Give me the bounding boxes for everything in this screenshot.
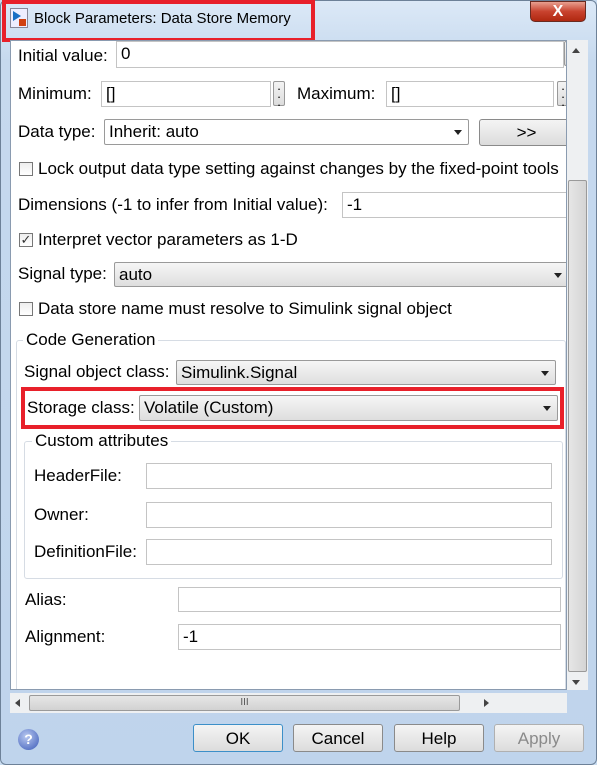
definition-file-label: DefinitionFile: <box>34 542 137 561</box>
maximum-more-button[interactable]: · · · <box>557 81 566 111</box>
data-type-value: Inherit: auto <box>109 122 199 141</box>
help-button[interactable]: Help <box>394 724 484 752</box>
help-icon[interactable]: ? <box>18 729 39 750</box>
horizontal-scroll-thumb[interactable]: III <box>29 695 460 711</box>
header-file-label: HeaderFile: <box>34 466 122 485</box>
chevron-down-icon <box>554 273 562 278</box>
parameters-panel: Initial value: 0 Minimum: [] · · · Maximum… <box>10 40 567 690</box>
alias-label: Alias: <box>25 590 67 609</box>
minimum-input[interactable]: [] <box>101 81 271 107</box>
signal-object-class-value: Simulink.Signal <box>181 363 298 382</box>
signal-type-label: Signal type: <box>18 264 107 283</box>
interpret-vector-checkbox[interactable]: ✓ <box>19 233 33 247</box>
maximum-input[interactable]: [] <box>386 81 554 107</box>
data-type-label: Data type: <box>18 122 96 141</box>
interpret-vector-label: Interpret vector parameters as 1-D <box>38 230 298 249</box>
lock-output-label: Lock output data type setting against ch… <box>38 159 559 178</box>
storage-class-highlight-box <box>21 387 564 429</box>
scroll-down-arrow-icon[interactable] <box>572 680 580 685</box>
owner-input[interactable] <box>146 502 552 528</box>
signal-type-select[interactable]: auto <box>114 262 566 287</box>
custom-attributes-title: Custom attributes <box>32 431 172 451</box>
ok-button[interactable]: OK <box>193 724 283 752</box>
dimensions-input[interactable]: -1 <box>342 192 566 218</box>
header-file-input[interactable] <box>146 463 552 489</box>
minimum-more-button[interactable]: · · · <box>273 81 285 111</box>
vertical-scroll-thumb[interactable] <box>568 180 587 672</box>
alias-input[interactable] <box>178 587 561 612</box>
chevron-down-icon <box>454 130 462 135</box>
initial-value-input[interactable]: 0 <box>116 41 564 68</box>
code-generation-title: Code Generation <box>23 330 159 350</box>
data-type-assistant-button[interactable]: >> <box>479 119 566 146</box>
signal-object-class-select[interactable]: Simulink.Signal <box>176 360 556 385</box>
scroll-left-arrow-icon[interactable] <box>15 699 20 707</box>
must-resolve-checkbox[interactable] <box>19 302 33 316</box>
alignment-label: Alignment: <box>25 627 106 646</box>
scroll-right-arrow-icon[interactable] <box>484 699 489 707</box>
definition-file-input[interactable] <box>146 539 552 565</box>
initial-value-label: Initial value: <box>18 46 108 65</box>
signal-type-value: auto <box>119 265 153 284</box>
must-resolve-label: Data store name must resolve to Simulink… <box>38 299 452 318</box>
owner-label: Owner: <box>34 505 89 524</box>
title-highlight-box <box>2 0 315 42</box>
lock-output-checkbox[interactable] <box>19 162 33 176</box>
maximum-label: Maximum: <box>297 84 376 103</box>
chevron-down-icon <box>541 371 549 376</box>
alignment-input[interactable]: -1 <box>178 624 561 650</box>
minimum-label: Minimum: <box>18 84 92 103</box>
apply-button[interactable]: Apply <box>494 724 584 752</box>
scroll-up-arrow-icon[interactable] <box>572 48 580 53</box>
data-type-select[interactable]: Inherit: auto <box>104 119 469 145</box>
cancel-button[interactable]: Cancel <box>293 724 383 752</box>
close-button[interactable]: X <box>530 1 586 22</box>
dimensions-label: Dimensions (-1 to infer from Initial val… <box>18 195 328 214</box>
signal-object-class-label: Signal object class: <box>24 362 170 381</box>
